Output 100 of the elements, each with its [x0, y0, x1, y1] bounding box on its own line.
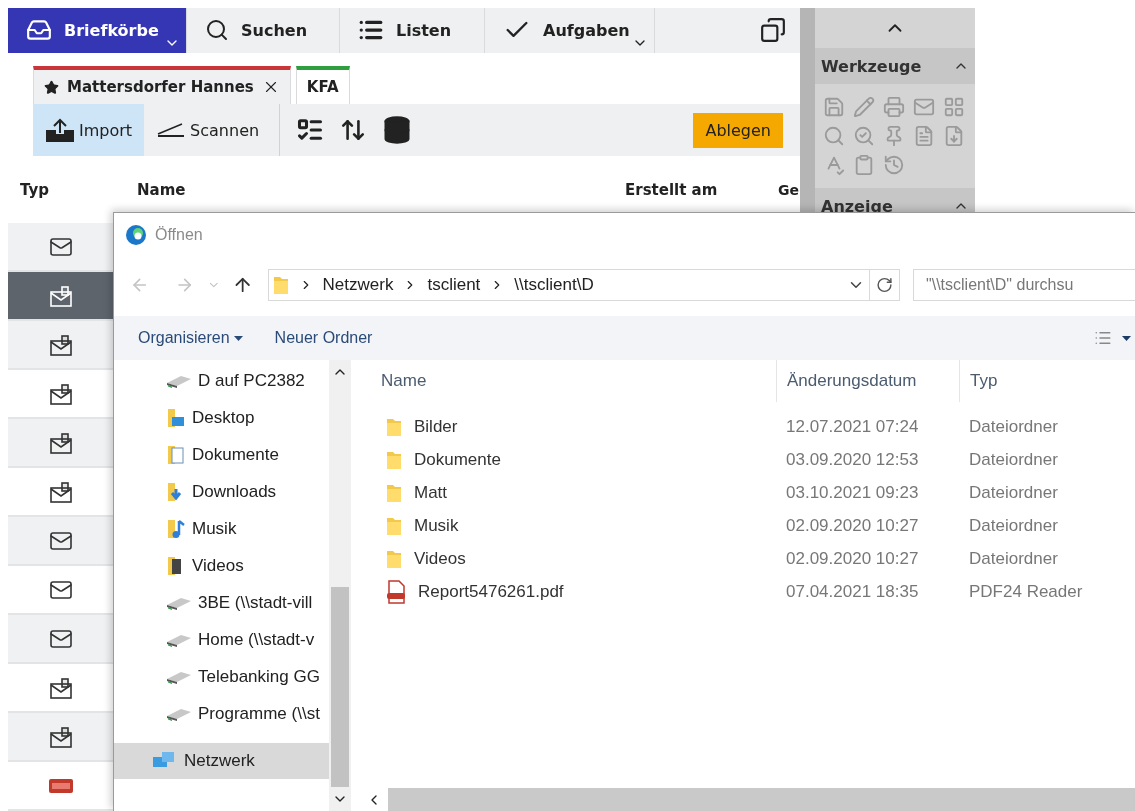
nav-pane-item[interactable]: Musik	[114, 510, 329, 547]
app-icon	[125, 224, 147, 246]
file-button[interactable]: Ablegen	[693, 112, 783, 148]
toolbar-button[interactable]: Import	[33, 104, 145, 157]
desktop-folder-icon	[166, 407, 186, 428]
caret-icon	[1122, 335, 1131, 341]
folder-icon	[386, 416, 402, 437]
nav-pane-label: Videos	[192, 555, 244, 576]
nav-pane-label: Dokumente	[192, 444, 279, 465]
refresh-icon	[876, 276, 893, 294]
type-cell[interactable]	[8, 419, 113, 468]
folder-icon	[386, 515, 402, 536]
pdf-file-icon	[386, 579, 406, 604]
file-row[interactable]: Videos 02.09.2020 10:27 Dateiordner	[356, 542, 1135, 575]
horizontal-scrollbar[interactable]	[388, 788, 1135, 811]
column-header[interactable]: Typ	[8, 180, 125, 199]
scrollbar[interactable]	[329, 360, 351, 811]
breadcrumb[interactable]: Netzwerk	[322, 275, 394, 295]
search-icon	[205, 18, 229, 43]
window-icon	[760, 17, 786, 44]
file-type: Dateiordner	[968, 515, 1059, 536]
nav-pane-item[interactable]: Videos	[114, 547, 329, 584]
nav-pane-item[interactable]: Downloads	[114, 473, 329, 510]
nav-pane-label: Netzwerk	[184, 751, 255, 771]
toolbar-button[interactable]: Scannen	[144, 104, 272, 157]
breadcrumb[interactable]: \\tsclient\D	[514, 275, 594, 295]
document-tab[interactable]: KFA	[295, 66, 350, 105]
nav-pane-item[interactable]: 3BE (\\stadt-vill	[114, 584, 329, 621]
section-title: Werkzeuge	[821, 56, 922, 76]
documents-folder-icon	[166, 444, 186, 465]
file-date: 03.09.2020 12:53	[785, 449, 920, 470]
database-icon[interactable]	[382, 115, 413, 146]
document-tab[interactable]: Mattersdorfer Hannes	[33, 66, 291, 105]
file-type: Dateiordner	[968, 482, 1059, 503]
folder-icon	[272, 275, 289, 295]
nav-pane-item[interactable]: D auf PC2382	[114, 362, 329, 399]
file-date: 07.04.2021 18:35	[785, 581, 920, 602]
upload-tray-icon	[45, 117, 75, 144]
section-title: Anzeige	[821, 196, 893, 216]
envelope-attachment-icon	[48, 382, 73, 405]
file-date: 03.10.2021 09:23	[785, 482, 920, 503]
file-name: Matt	[414, 482, 448, 503]
nav-pane-item[interactable]: Telebanking GG	[114, 658, 329, 695]
envelope-attachment-icon	[48, 676, 73, 699]
file-row[interactable]: Report5476261.pdf 07.04.2021 18:35 PDF24 Reader	[356, 575, 1135, 608]
folder-icon	[386, 548, 402, 569]
file-name: Report5476261.pdf	[418, 581, 564, 602]
nav-pane-label: D auf PC2382	[198, 370, 305, 391]
file-row[interactable]: Musik 02.09.2020 10:27 Dateiordner	[356, 509, 1135, 542]
nav-pane-item[interactable]: Dokumente	[114, 436, 329, 473]
file-date: 02.09.2020 10:27	[785, 515, 920, 536]
pdf-icon	[48, 778, 73, 793]
envelope-attachment-icon	[48, 333, 73, 356]
nav-pane-item[interactable]: Desktop	[114, 399, 329, 436]
section-header[interactable]: Werkzeuge	[815, 48, 975, 84]
column-header[interactable]: Erstellt am	[613, 180, 778, 199]
refresh-button[interactable]	[870, 269, 900, 301]
search-field[interactable]: "\\tsclient\D" durchsu	[913, 269, 1135, 301]
nav-pane-item[interactable]: Netzwerk	[114, 743, 329, 779]
command-button[interactable]: Neuer Ordner	[270, 325, 377, 351]
type-cell[interactable]	[8, 713, 113, 762]
column-header[interactable]: Ge	[778, 181, 800, 198]
envelope-attachment-icon	[48, 480, 73, 503]
file-row[interactable]: Bilder 12.07.2021 07:24 Dateiordner	[356, 410, 1135, 443]
scroll-thumb[interactable]	[331, 587, 349, 787]
type-cell[interactable]	[8, 223, 113, 272]
details-view-icon	[1094, 329, 1112, 347]
type-cell[interactable]	[8, 321, 113, 370]
music-folder-icon	[166, 518, 186, 539]
clipboard-icon[interactable]	[853, 154, 875, 176]
column-header[interactable]: Änderungsdatum	[776, 360, 959, 402]
envelope-attachment-icon	[48, 284, 73, 307]
type-cell[interactable]	[8, 517, 113, 566]
nav-pane-item[interactable]: Home (\\stadt-v	[114, 621, 329, 658]
nav-pane-label: 3BE (\\stadt-vill	[198, 592, 313, 613]
address-bar[interactable]: Netzwerk tsclient \\tsclient\D	[267, 269, 870, 301]
type-cell[interactable]	[8, 272, 113, 321]
nav-pane-label: Telebanking GG	[198, 666, 320, 687]
breadcrumb[interactable]: tsclient	[427, 275, 481, 295]
file-date: 02.09.2020 10:27	[785, 548, 920, 569]
nav-pane-item[interactable]: Programme (\\st	[114, 695, 329, 732]
type-cell[interactable]	[8, 615, 113, 664]
nav-tab[interactable]: Briefkörbe	[8, 8, 187, 53]
file-name: Musik	[414, 515, 459, 536]
column-header[interactable]: Typ	[959, 360, 1135, 402]
file-type: Dateiordner	[968, 548, 1059, 569]
file-type: PDF24 Reader	[968, 581, 1084, 602]
column-header[interactable]: Name	[125, 180, 613, 199]
file-row[interactable]: Matt 03.10.2021 09:23 Dateiordner	[356, 476, 1135, 509]
scanner-icon	[156, 122, 187, 139]
file-name: Bilder	[414, 416, 458, 437]
command-button[interactable]: Organisieren	[134, 325, 247, 351]
tab-label: Mattersdorfer Hannes	[67, 78, 254, 97]
nav-pane-label: Downloads	[192, 481, 277, 502]
file-type: Dateiordner	[968, 449, 1059, 470]
column-header[interactable]: Name	[356, 360, 776, 402]
nav-pane-label: Musik	[192, 518, 237, 539]
envelope-attachment-icon	[48, 431, 73, 454]
nav-pane-label: Home (\\stadt-v	[198, 629, 315, 650]
file-row[interactable]: Dokumente 03.09.2020 12:53 Dateiordner	[356, 443, 1135, 476]
